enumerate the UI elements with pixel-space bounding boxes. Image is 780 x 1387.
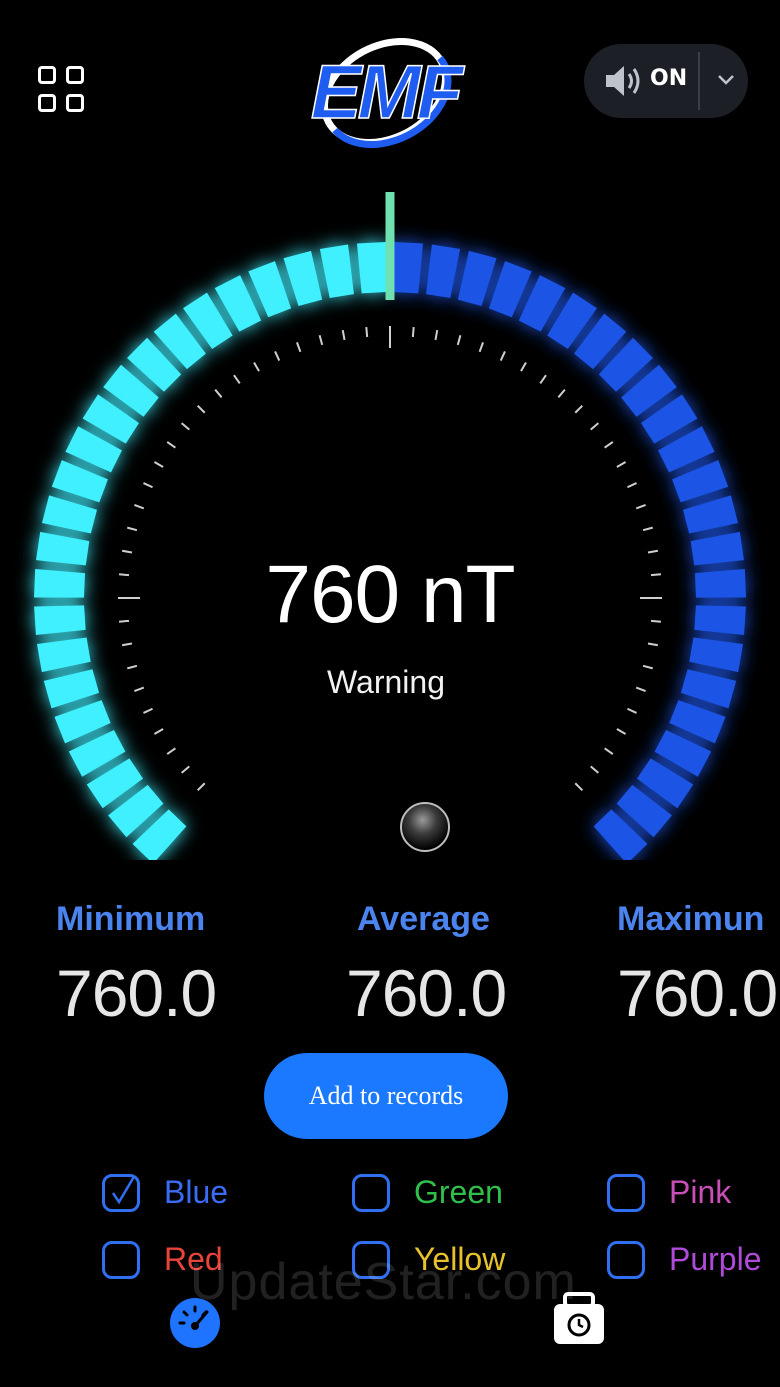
gauge-tick (520, 361, 527, 372)
gauge-tick (214, 388, 223, 398)
calibrate-knob[interactable] (400, 802, 450, 852)
color-option-label: Green (414, 1174, 503, 1210)
gauge-tick (627, 707, 637, 714)
divider (698, 52, 700, 110)
gauge-tick (456, 335, 462, 346)
gauge-tick (180, 765, 190, 774)
gauge-tick (574, 404, 584, 414)
gauge-tick (134, 504, 145, 510)
gauge-tick (434, 329, 439, 341)
gauge-tick (143, 707, 153, 714)
gauge-tick (296, 342, 302, 353)
gauge-segment (457, 250, 497, 307)
gauge-tick (318, 335, 324, 346)
gauge-tick (604, 747, 614, 755)
maximum-value: 760.0 (617, 956, 778, 1030)
checkbox[interactable] (607, 1241, 645, 1279)
gauge-tick (143, 482, 153, 489)
gauge-tick (253, 361, 260, 372)
color-option-label: Pink (669, 1174, 732, 1210)
gauge-tick (499, 351, 506, 361)
watermark: UpdateStar.com (190, 1253, 577, 1311)
emf-gauge (34, 192, 746, 860)
sound-toggle[interactable]: ON (584, 44, 748, 118)
gauge-segment (41, 495, 97, 534)
gauge-segment (393, 242, 423, 294)
checkmark-icon (111, 1177, 136, 1205)
grid-icon-cell (38, 94, 56, 112)
gauge-tick (127, 526, 138, 532)
gauge-tick (196, 782, 206, 792)
gauge-tick (557, 388, 566, 398)
gauge-tick (635, 504, 646, 510)
gauge-tick (590, 422, 600, 431)
color-option-label: Blue (164, 1174, 229, 1210)
gauge-tick (153, 728, 164, 735)
gauge-tick (153, 461, 164, 468)
gauge-segment (683, 495, 739, 534)
gauge-status: Warning (327, 664, 445, 700)
checkbox[interactable] (607, 1174, 645, 1212)
gauge-tick (233, 374, 241, 384)
grid-icon-cell (66, 66, 84, 84)
gauge-tick (616, 461, 627, 468)
gauge-segment (426, 244, 461, 298)
add-to-records-button[interactable]: Add to records (264, 1053, 508, 1139)
speaker-icon (606, 66, 640, 96)
gauge-segment (283, 250, 323, 307)
gauge-tick (478, 342, 484, 353)
minimum-label: Minimum (56, 900, 206, 938)
checkbox[interactable] (102, 1174, 140, 1212)
gauge-tick (574, 782, 584, 792)
menu-grid-button[interactable] (38, 66, 90, 118)
gauge-tick (539, 374, 547, 384)
gauge-tick (166, 747, 176, 755)
gauge-tick (274, 351, 281, 361)
gauge-tick (121, 642, 133, 647)
average-value: 760.0 (346, 956, 507, 1030)
gauge-tick (196, 404, 206, 414)
gauge-tick (604, 441, 614, 449)
grid-icon-cell (38, 66, 56, 84)
average-label: Average (357, 900, 490, 938)
checkbox[interactable] (102, 1241, 140, 1279)
maximum-clip: Maximun 760.0 (600, 890, 780, 1050)
minimum-value: 760.0 (56, 956, 217, 1030)
gauge-tick (647, 642, 659, 647)
gauge-reading: 760 nT (265, 549, 515, 640)
maximum-label: Maximun (617, 900, 765, 938)
chevron-down-icon[interactable] (708, 60, 744, 100)
checkbox[interactable] (352, 1174, 390, 1212)
gauge-tick (642, 526, 653, 532)
gauge-tick (590, 765, 600, 774)
gauge-tick (166, 441, 176, 449)
gauge-tick (341, 329, 346, 341)
gauge-segment (319, 244, 354, 298)
gauge-tick (180, 422, 190, 431)
gauge-tick (627, 482, 637, 489)
svg-text:EMF: EMF (311, 50, 466, 135)
records-clock-icon[interactable] (552, 1290, 606, 1346)
gauge-tick (365, 326, 369, 338)
gauge-tick (616, 728, 627, 735)
speedometer-icon[interactable] (168, 1296, 222, 1350)
gauge-tick (411, 326, 415, 338)
emf-logo: EMF (310, 37, 471, 149)
color-option-label: Purple (669, 1241, 762, 1277)
sound-status-label: ON (650, 66, 688, 91)
grid-icon-cell (66, 94, 84, 112)
gauge-segment (357, 242, 387, 294)
